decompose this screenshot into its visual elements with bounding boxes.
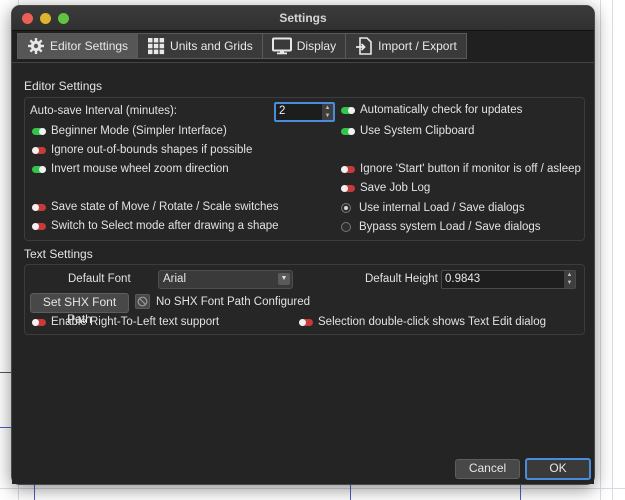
option-label: Selection double-click shows Text Edit d… <box>318 316 546 328</box>
text-settings-group: Default Font Arial ▼ Default Height 0.98… <box>24 264 585 335</box>
default-font-select[interactable]: Arial ▼ <box>158 270 293 289</box>
set-shx-font-path-button[interactable]: Set SHX Font Path <box>30 293 129 326</box>
default-height-value: 0.9843 <box>445 273 481 285</box>
section-title-text: Text Settings <box>24 247 93 261</box>
import-export-icon <box>355 37 373 55</box>
chevron-down-icon: ▼ <box>278 273 290 285</box>
option-label: Automatically check for updates <box>360 104 523 116</box>
option-label: Beginner Mode (Simpler Interface) <box>51 125 227 137</box>
toggle-switch[interactable] <box>32 203 46 211</box>
tab-display[interactable]: Display <box>263 34 347 58</box>
option-label: Save state of Move / Rotate / Scale swit… <box>51 201 279 213</box>
option-label: Enable Right-To-Left text support <box>51 316 220 328</box>
option-label: Invert mouse wheel zoom direction <box>51 163 229 175</box>
option-invert-wheel[interactable]: Invert mouse wheel zoom direction <box>32 163 229 175</box>
radio-label: Bypass system Load / Save dialogs <box>359 221 541 233</box>
autosave-label: Auto-save Interval (minutes): <box>30 105 178 117</box>
option-label: Ignore 'Start' button if monitor is off … <box>360 163 581 175</box>
section-title-editor: Editor Settings <box>24 79 103 93</box>
ban-icon <box>135 294 150 309</box>
option-save-job-log[interactable]: Save Job Log <box>341 182 430 194</box>
option-ignore-out-of-bounds[interactable]: Ignore out-of-bounds shapes if possible <box>32 144 252 156</box>
monitor-icon <box>271 37 292 55</box>
option-right-to-left[interactable]: Enable Right-To-Left text support <box>32 316 219 328</box>
toggle-switch[interactable] <box>32 127 46 135</box>
window-title: Settings <box>279 11 327 25</box>
toggle-switch[interactable] <box>32 165 46 173</box>
tab-import-export[interactable]: Import / Export <box>346 34 466 58</box>
option-switch-select-mode[interactable]: Switch to Select mode after drawing a sh… <box>32 220 279 232</box>
drawing-line <box>34 483 35 500</box>
tab-label: Display <box>296 39 337 53</box>
drawing-line <box>350 483 351 500</box>
option-ignore-start-button[interactable]: Ignore 'Start' button if monitor is off … <box>341 163 581 175</box>
spinner-arrows-icon[interactable]: ▲ ▼ <box>322 104 333 120</box>
editor-settings-group: Auto-save Interval (minutes): 2 ▲ ▼ Autom… <box>24 97 585 241</box>
toggle-switch[interactable] <box>341 165 355 173</box>
grid-icon <box>147 37 165 55</box>
settings-window: Settings Editor Settings Units and Grids… <box>11 5 595 485</box>
tab-bar: Editor Settings Units and Grids Display … <box>17 33 467 59</box>
toggle-switch[interactable] <box>341 106 355 114</box>
option-double-click-edit[interactable]: Selection double-click shows Text Edit d… <box>299 316 546 328</box>
default-font-value: Arial <box>163 273 187 285</box>
option-label: Ignore out-of-bounds shapes if possible <box>51 144 253 156</box>
default-height-label: Default Height <box>365 273 438 285</box>
default-height-input[interactable]: 0.9843 ▲ ▼ <box>441 270 576 289</box>
tab-label: Units and Grids <box>170 39 253 53</box>
settings-panel: Editor Settings Auto-save Interval (minu… <box>12 62 594 484</box>
option-system-clipboard[interactable]: Use System Clipboard <box>341 125 474 137</box>
tab-editor-settings[interactable]: Editor Settings <box>18 34 139 58</box>
radio-button[interactable] <box>341 203 351 213</box>
cancel-button[interactable]: Cancel <box>455 459 520 479</box>
radio-label: Use internal Load / Save dialogs <box>359 202 525 214</box>
grid-line <box>612 0 613 500</box>
toggle-switch[interactable] <box>341 184 355 192</box>
radio-button[interactable] <box>341 222 351 232</box>
option-save-switch-state[interactable]: Save state of Move / Rotate / Scale swit… <box>32 201 279 213</box>
grid-line <box>600 0 601 500</box>
radio-system-dialogs[interactable]: Bypass system Load / Save dialogs <box>341 221 541 233</box>
ok-button[interactable]: OK <box>525 458 591 480</box>
title-bar: Settings <box>12 6 594 31</box>
tab-label: Import / Export <box>378 39 457 53</box>
option-label: Use System Clipboard <box>360 125 475 137</box>
tab-units-and-grids[interactable]: Units and Grids <box>138 34 263 58</box>
shx-status-text: No SHX Font Path Configured <box>156 296 311 308</box>
gear-icon <box>27 37 45 55</box>
autosave-interval-input[interactable]: 2 ▲ ▼ <box>274 102 335 122</box>
option-auto-check-updates[interactable]: Automatically check for updates <box>341 104 522 116</box>
default-font-label: Default Font <box>68 273 131 285</box>
spinner-arrows-icon[interactable]: ▲ ▼ <box>564 271 575 288</box>
drawing-line <box>520 483 521 500</box>
toggle-switch[interactable] <box>32 318 46 326</box>
option-label: Switch to Select mode after drawing a sh… <box>51 220 279 232</box>
autosave-value: 2 <box>279 105 286 117</box>
toggle-switch[interactable] <box>299 318 313 326</box>
toggle-switch[interactable] <box>32 222 46 230</box>
grid-line <box>0 488 625 489</box>
toggle-switch[interactable] <box>341 127 355 135</box>
toggle-switch[interactable] <box>32 146 46 154</box>
option-label: Save Job Log <box>360 182 431 194</box>
radio-internal-dialogs[interactable]: Use internal Load / Save dialogs <box>341 202 525 214</box>
option-beginner-mode[interactable]: Beginner Mode (Simpler Interface) <box>32 125 227 137</box>
tab-label: Editor Settings <box>50 39 129 53</box>
